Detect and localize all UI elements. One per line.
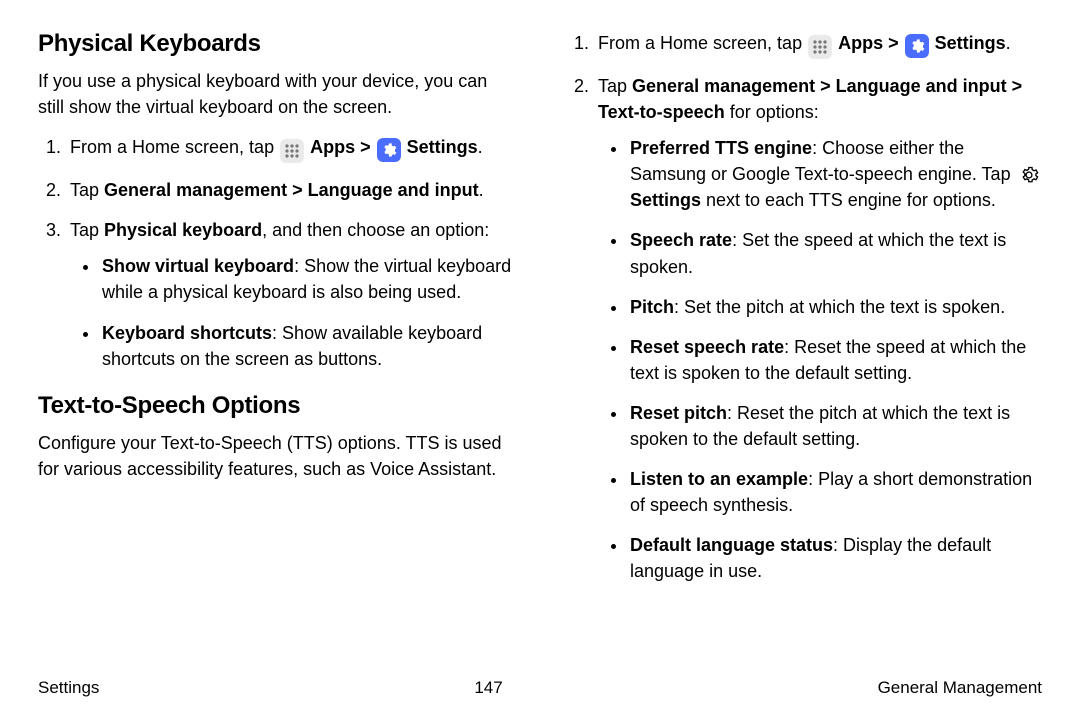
step-3-options: Show virtual keyboard: Show the virtual … [70,253,514,371]
opt-listen-label: Listen to an example [630,469,808,489]
option-speech-rate: Speech rate: Set the speed at which the … [628,227,1042,279]
step-1-apps-label: Apps [310,137,355,157]
tts-step-1-apps-label: Apps [838,33,883,53]
opt-pitch-text: : Set the pitch at which the text is spo… [674,297,1005,317]
step-3-bold: Physical keyboard [104,220,262,240]
steps-physical-keyboards: From a Home screen, tap Apps > Settings.… [38,134,514,372]
apps-icon [280,139,304,163]
apps-icon [808,35,832,59]
heading-tts-options: Text-to-Speech Options [38,392,514,420]
steps-tts: From a Home screen, tap Apps > Settings.… [566,30,1042,585]
step-2: Tap General management > Language and in… [66,177,514,203]
opt-pitch-label: Pitch [630,297,674,317]
option-keyboard-shortcuts: Keyboard shortcuts: Show available keybo… [100,320,514,372]
step-2-text-pre: Tap [70,180,104,200]
option-pitch: Pitch: Set the pitch at which the text i… [628,294,1042,320]
footer: Settings 147 General Management [38,668,1042,720]
step-1-text-pre: From a Home screen, tap [70,137,279,157]
tts-step-2-pre: Tap [598,76,632,96]
tts-options: Preferred TTS engine: Choose either the … [598,135,1042,584]
tts-step-1-pre: From a Home screen, tap [598,33,807,53]
step-3-text-pre: Tap [70,220,104,240]
heading-physical-keyboards: Physical Keyboards [38,30,514,58]
option-listen-example: Listen to an example: Play a short demon… [628,466,1042,518]
right-column: From a Home screen, tap Apps > Settings.… [566,30,1042,668]
option-svk-label: Show virtual keyboard [102,256,294,276]
option-show-virtual-keyboard: Show virtual keyboard: Show the virtual … [100,253,514,305]
chevron-right-icon: > [888,33,899,53]
option-reset-pitch: Reset pitch: Reset the pitch at which th… [628,400,1042,452]
opt-rate-label: Speech rate [630,230,732,250]
page: Physical Keyboards If you use a physical… [0,0,1080,720]
tts-step-1-settings-label: Settings [935,33,1006,53]
opt-pref-label: Preferred TTS engine [630,138,812,158]
option-preferred-tts-engine: Preferred TTS engine: Choose either the … [628,135,1042,213]
opt-lang-label: Default language status [630,535,833,555]
tts-step-2: Tap General management > Language and in… [594,73,1042,585]
footer-left: Settings [38,678,99,698]
step-1-text-post: . [478,137,483,157]
chevron-right-icon: > [360,137,371,157]
step-2-text-post: . [479,180,484,200]
opt-pref-settings-label: Settings [630,190,701,210]
option-default-language-status: Default language status: Display the def… [628,532,1042,584]
left-column: Physical Keyboards If you use a physical… [38,30,514,668]
step-1: From a Home screen, tap Apps > Settings. [66,134,514,163]
tts-step-1: From a Home screen, tap Apps > Settings. [594,30,1042,59]
intro-physical-keyboards: If you use a physical keyboard with your… [38,68,514,120]
opt-rpitch-label: Reset pitch [630,403,727,423]
step-3: Tap Physical keyboard, and then choose a… [66,217,514,371]
step-2-bold: General management > Language and input [104,180,479,200]
footer-page-number: 147 [474,678,502,698]
option-reset-speech-rate: Reset speech rate: Reset the speed at wh… [628,334,1042,386]
opt-rrate-label: Reset speech rate [630,337,784,357]
settings-icon [377,138,401,162]
opt-pref-text-2: next to each TTS engine for options. [701,190,996,210]
settings-outline-icon [1017,163,1041,187]
columns: Physical Keyboards If you use a physical… [38,30,1042,668]
footer-right: General Management [878,678,1042,698]
step-3-text-post: , and then choose an option: [262,220,489,240]
option-ks-label: Keyboard shortcuts [102,323,272,343]
tts-step-2-post: for options: [725,102,819,122]
settings-icon [905,34,929,58]
tts-step-1-post: . [1006,33,1011,53]
intro-tts: Configure your Text-to-Speech (TTS) opti… [38,430,514,482]
step-1-settings-label: Settings [407,137,478,157]
